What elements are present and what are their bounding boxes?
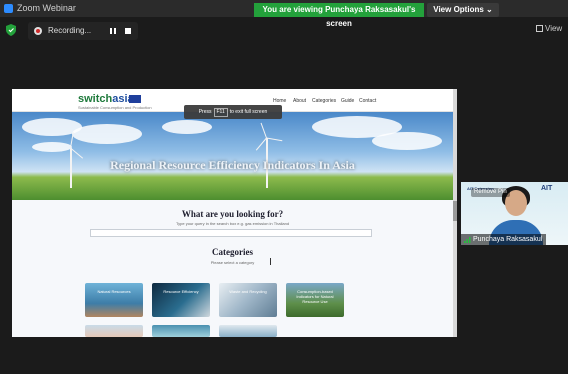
logo-primary: switch: [78, 93, 113, 105]
view-label: View: [545, 24, 563, 33]
nav-guide[interactable]: Guide: [341, 98, 354, 104]
cloud: [162, 120, 212, 134]
category-card[interactable]: [152, 325, 210, 337]
logo-tagline: Sustainable Consumption and Production: [78, 105, 152, 110]
nav-contact[interactable]: Contact: [359, 98, 376, 104]
site-logo[interactable]: switchasia Sustainable Consumption and P…: [78, 93, 152, 110]
recording-icon: [34, 27, 42, 35]
nav-categories[interactable]: Categories: [312, 98, 336, 104]
category-card-label: Waste and Recycling: [229, 289, 267, 294]
cloud: [32, 142, 72, 152]
fullscreen-hint-pre: Press: [198, 109, 212, 115]
fullscreen-hint-post: to exit full screen: [229, 109, 268, 115]
fullscreen-hint: Press F11 to exit full screen: [184, 105, 282, 119]
categories-title: Categories: [212, 247, 253, 257]
category-card-label: Resource Efficiency: [163, 289, 199, 294]
window-title: Zoom Webinar: [17, 3, 76, 13]
shield-icon[interactable]: [6, 24, 16, 36]
category-card-label: Consumption-based Indicators for Natural…: [296, 289, 334, 304]
category-card[interactable]: [219, 325, 277, 337]
cloud: [72, 124, 142, 144]
scrollbar-thumb[interactable]: [453, 201, 457, 221]
viewing-banner: You are viewing Punchaya Raksasakul's sc…: [254, 3, 424, 28]
signal-bars-icon: [464, 237, 471, 243]
pause-recording-icon[interactable]: [110, 28, 116, 34]
turbine-blade: [266, 137, 283, 142]
hero-title: Regional Resource Efficiency Indicators …: [110, 158, 355, 172]
nav-home[interactable]: Home: [273, 98, 286, 104]
view-options-button[interactable]: View Options ⌄: [427, 3, 499, 17]
category-card-natural-resources[interactable]: Natural Resources: [85, 283, 143, 317]
recording-label: Recording...: [48, 26, 92, 35]
nav-about[interactable]: About: [293, 98, 306, 104]
scrollbar[interactable]: [453, 89, 457, 337]
fullscreen-hint-key: F11: [213, 108, 228, 117]
eu-flag-icon: [129, 95, 141, 103]
participant-name-tag: Punchaya Raksasakul: [461, 234, 547, 245]
turbine-blade: [260, 122, 267, 139]
org-logo: AIT: [541, 185, 553, 192]
category-card-waste-recycling[interactable]: Waste and Recycling: [219, 283, 277, 317]
stop-recording-icon[interactable]: [125, 28, 131, 34]
categories-subtitle: Please select a category: [210, 260, 255, 265]
recording-pill: Recording...: [28, 22, 138, 40]
zoom-logo-icon: [4, 4, 13, 13]
category-card-resource-efficiency[interactable]: Resource Efficiency: [152, 283, 210, 317]
search-heading: What are you looking for?: [181, 209, 284, 219]
search-subtitle: Type your query in the search box e.g. g…: [175, 221, 290, 226]
turbine-blade: [70, 147, 84, 159]
participant-video[interactable]: AIT Extension AIT Remove Pin Punchaya Ra…: [461, 182, 568, 245]
cloud: [372, 132, 442, 150]
category-card[interactable]: [85, 325, 143, 337]
remove-pin-button[interactable]: Remove Pin: [471, 188, 510, 197]
hero-banner: Regional Resource Efficiency Indicators …: [12, 112, 453, 200]
participant-name: Punchaya Raksasakul: [473, 236, 543, 243]
category-card-label: Natural Resources: [97, 289, 131, 294]
category-card-consumption-based[interactable]: Consumption-based Indicators for Natural…: [286, 283, 344, 317]
shared-screen: switchasia Sustainable Consumption and P…: [12, 89, 453, 337]
text-cursor: [270, 258, 271, 265]
view-button[interactable]: View: [536, 24, 562, 33]
grid-view-icon: [536, 25, 543, 32]
search-input[interactable]: [90, 229, 372, 237]
